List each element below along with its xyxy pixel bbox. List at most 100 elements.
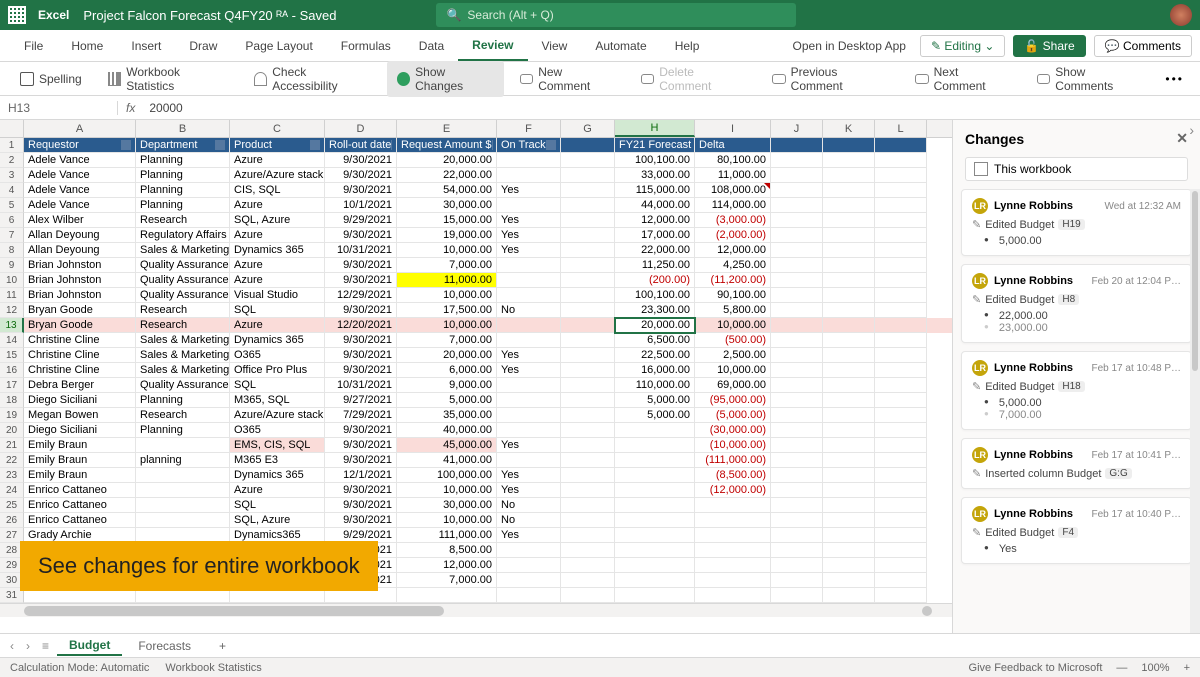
cell[interactable]: 6,000.00: [397, 363, 497, 378]
cell[interactable]: [875, 213, 927, 228]
col-header-A[interactable]: A: [24, 120, 136, 137]
col-header-B[interactable]: B: [136, 120, 230, 137]
cell[interactable]: 9/30/2021: [325, 438, 397, 453]
document-name[interactable]: Project Falcon Forecast Q4FY20 ᴿᴬ - Save…: [83, 8, 336, 23]
cell[interactable]: [695, 558, 771, 573]
cell[interactable]: Research: [136, 318, 230, 333]
cell[interactable]: 22,000.00: [615, 243, 695, 258]
cell[interactable]: [615, 483, 695, 498]
cell[interactable]: 10/31/2021: [325, 243, 397, 258]
cell[interactable]: Azure/Azure stack: [230, 408, 325, 423]
cell[interactable]: [771, 213, 823, 228]
cell[interactable]: [561, 363, 615, 378]
cell[interactable]: 9/30/2021: [325, 513, 397, 528]
cell[interactable]: Enrico Cattaneo: [24, 513, 136, 528]
cell[interactable]: [823, 588, 875, 603]
prev-comment-cmd[interactable]: Previous Comment: [762, 61, 899, 97]
cell[interactable]: Planning: [136, 198, 230, 213]
cell[interactable]: Brian Johnston: [24, 258, 136, 273]
cell[interactable]: (200.00): [615, 273, 695, 288]
row-header[interactable]: 21: [0, 438, 24, 453]
cell[interactable]: SQL: [230, 498, 325, 513]
cell[interactable]: [823, 558, 875, 573]
cell[interactable]: Allan Deyoung: [24, 228, 136, 243]
cell[interactable]: No: [497, 513, 561, 528]
cell[interactable]: [823, 228, 875, 243]
cell[interactable]: [497, 543, 561, 558]
row-header[interactable]: 14: [0, 333, 24, 348]
cell[interactable]: 110,000.00: [615, 378, 695, 393]
col-header-K[interactable]: K: [823, 120, 875, 137]
cell[interactable]: Yes: [497, 363, 561, 378]
cell[interactable]: [136, 498, 230, 513]
cell[interactable]: 2,500.00: [695, 348, 771, 363]
cell[interactable]: (5,000.00): [695, 408, 771, 423]
tab-data[interactable]: Data: [405, 30, 458, 61]
cell[interactable]: 20,000.00: [615, 318, 695, 333]
row-header[interactable]: 26: [0, 513, 24, 528]
cell[interactable]: [497, 258, 561, 273]
cell[interactable]: [771, 573, 823, 588]
search-box[interactable]: 🔍 Search (Alt + Q): [436, 3, 796, 27]
tab-view[interactable]: View: [528, 30, 582, 61]
cell[interactable]: [136, 438, 230, 453]
filter-dropdown-icon[interactable]: [310, 140, 320, 150]
row-header[interactable]: 16: [0, 363, 24, 378]
cell[interactable]: [771, 378, 823, 393]
col-header-F[interactable]: F: [497, 120, 561, 137]
cell[interactable]: [397, 588, 497, 603]
cell[interactable]: 9/30/2021: [325, 483, 397, 498]
cell[interactable]: 9/30/2021: [325, 153, 397, 168]
cell[interactable]: Planning: [136, 393, 230, 408]
row-header[interactable]: 11: [0, 288, 24, 303]
tab-automate[interactable]: Automate: [581, 30, 660, 61]
cell[interactable]: [823, 318, 875, 333]
cell[interactable]: [823, 423, 875, 438]
cell[interactable]: Azure: [230, 273, 325, 288]
cell[interactable]: [771, 153, 823, 168]
cell[interactable]: Enrico Cattaneo: [24, 483, 136, 498]
cell[interactable]: [561, 228, 615, 243]
cell[interactable]: 5,000.00: [615, 408, 695, 423]
calc-mode[interactable]: Calculation Mode: Automatic: [10, 662, 149, 674]
cell[interactable]: Dynamics 365: [230, 243, 325, 258]
cell[interactable]: Planning: [136, 423, 230, 438]
cell[interactable]: 90,100.00: [695, 288, 771, 303]
cell[interactable]: 15,000.00: [397, 213, 497, 228]
cell[interactable]: [695, 543, 771, 558]
cell[interactable]: Allan Deyoung: [24, 243, 136, 258]
tab-review[interactable]: Review: [458, 30, 527, 61]
cell[interactable]: [875, 438, 927, 453]
cell[interactable]: 11,000.00: [397, 273, 497, 288]
cell[interactable]: 9/29/2021: [325, 213, 397, 228]
cell[interactable]: Christine Cline: [24, 363, 136, 378]
col-header-J[interactable]: J: [771, 120, 823, 137]
cell[interactable]: Research: [136, 213, 230, 228]
cell[interactable]: 7/29/2021: [325, 408, 397, 423]
cell[interactable]: Yes: [497, 213, 561, 228]
cell[interactable]: (12,000.00): [695, 483, 771, 498]
cell[interactable]: [823, 198, 875, 213]
cell[interactable]: 9/30/2021: [325, 423, 397, 438]
cell[interactable]: [823, 438, 875, 453]
cell[interactable]: [497, 558, 561, 573]
cell[interactable]: [771, 303, 823, 318]
cell[interactable]: SQL: [230, 303, 325, 318]
cell[interactable]: [561, 333, 615, 348]
cell[interactable]: Brian Johnston: [24, 273, 136, 288]
cell[interactable]: 5,800.00: [695, 303, 771, 318]
cell[interactable]: [875, 513, 927, 528]
cell[interactable]: Diego Siciliani: [24, 393, 136, 408]
header-cell[interactable]: [561, 138, 615, 153]
cell[interactable]: [771, 453, 823, 468]
col-header-L[interactable]: L: [875, 120, 927, 137]
cell[interactable]: [771, 558, 823, 573]
cell[interactable]: [875, 243, 927, 258]
cell[interactable]: Azure: [230, 318, 325, 333]
cell[interactable]: Research: [136, 303, 230, 318]
cell[interactable]: Research: [136, 408, 230, 423]
cell[interactable]: 9/30/2021: [325, 168, 397, 183]
cell[interactable]: [875, 543, 927, 558]
cell[interactable]: Enrico Cattaneo: [24, 498, 136, 513]
cell[interactable]: [823, 378, 875, 393]
